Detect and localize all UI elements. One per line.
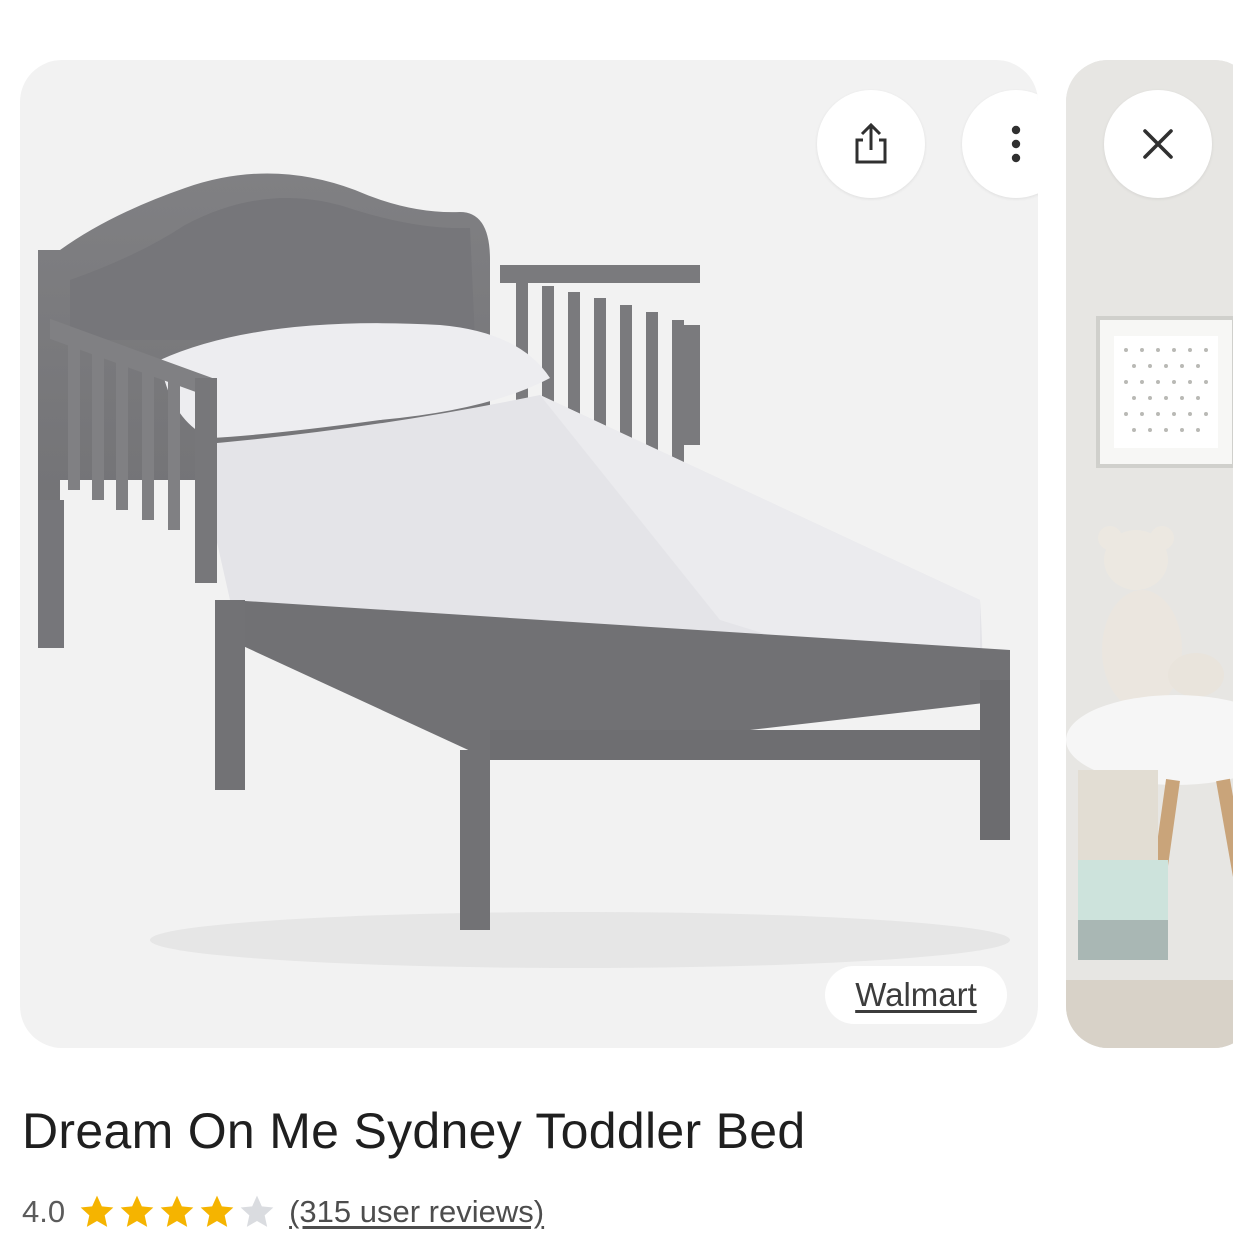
star-rating — [77, 1192, 277, 1232]
next-product-image — [1066, 60, 1233, 1048]
next-image-card[interactable] — [1066, 60, 1233, 1048]
close-icon — [1143, 129, 1173, 159]
rating-row: 4.0 (315 user reviews) — [22, 1190, 544, 1234]
star-filled-icon — [120, 1195, 154, 1227]
star-filled-icon — [160, 1195, 194, 1227]
star-filled-icon — [80, 1195, 114, 1227]
reviews-link[interactable]: (315 user reviews) — [289, 1194, 544, 1230]
share-icon — [855, 122, 887, 164]
source-link[interactable]: Walmart — [825, 966, 1007, 1024]
source-label: Walmart — [855, 976, 977, 1013]
star-empty-icon — [240, 1195, 274, 1227]
more-vert-icon — [1011, 125, 1021, 163]
product-title: Dream On Me Sydney Toddler Bed — [22, 1103, 806, 1159]
share-button[interactable] — [817, 90, 925, 198]
star-filled-icon — [200, 1195, 234, 1227]
rating-value: 4.0 — [22, 1194, 66, 1229]
close-button[interactable] — [1104, 90, 1212, 198]
product-image — [38, 173, 1010, 968]
product-image-card[interactable]: Walmart — [20, 60, 1038, 1048]
